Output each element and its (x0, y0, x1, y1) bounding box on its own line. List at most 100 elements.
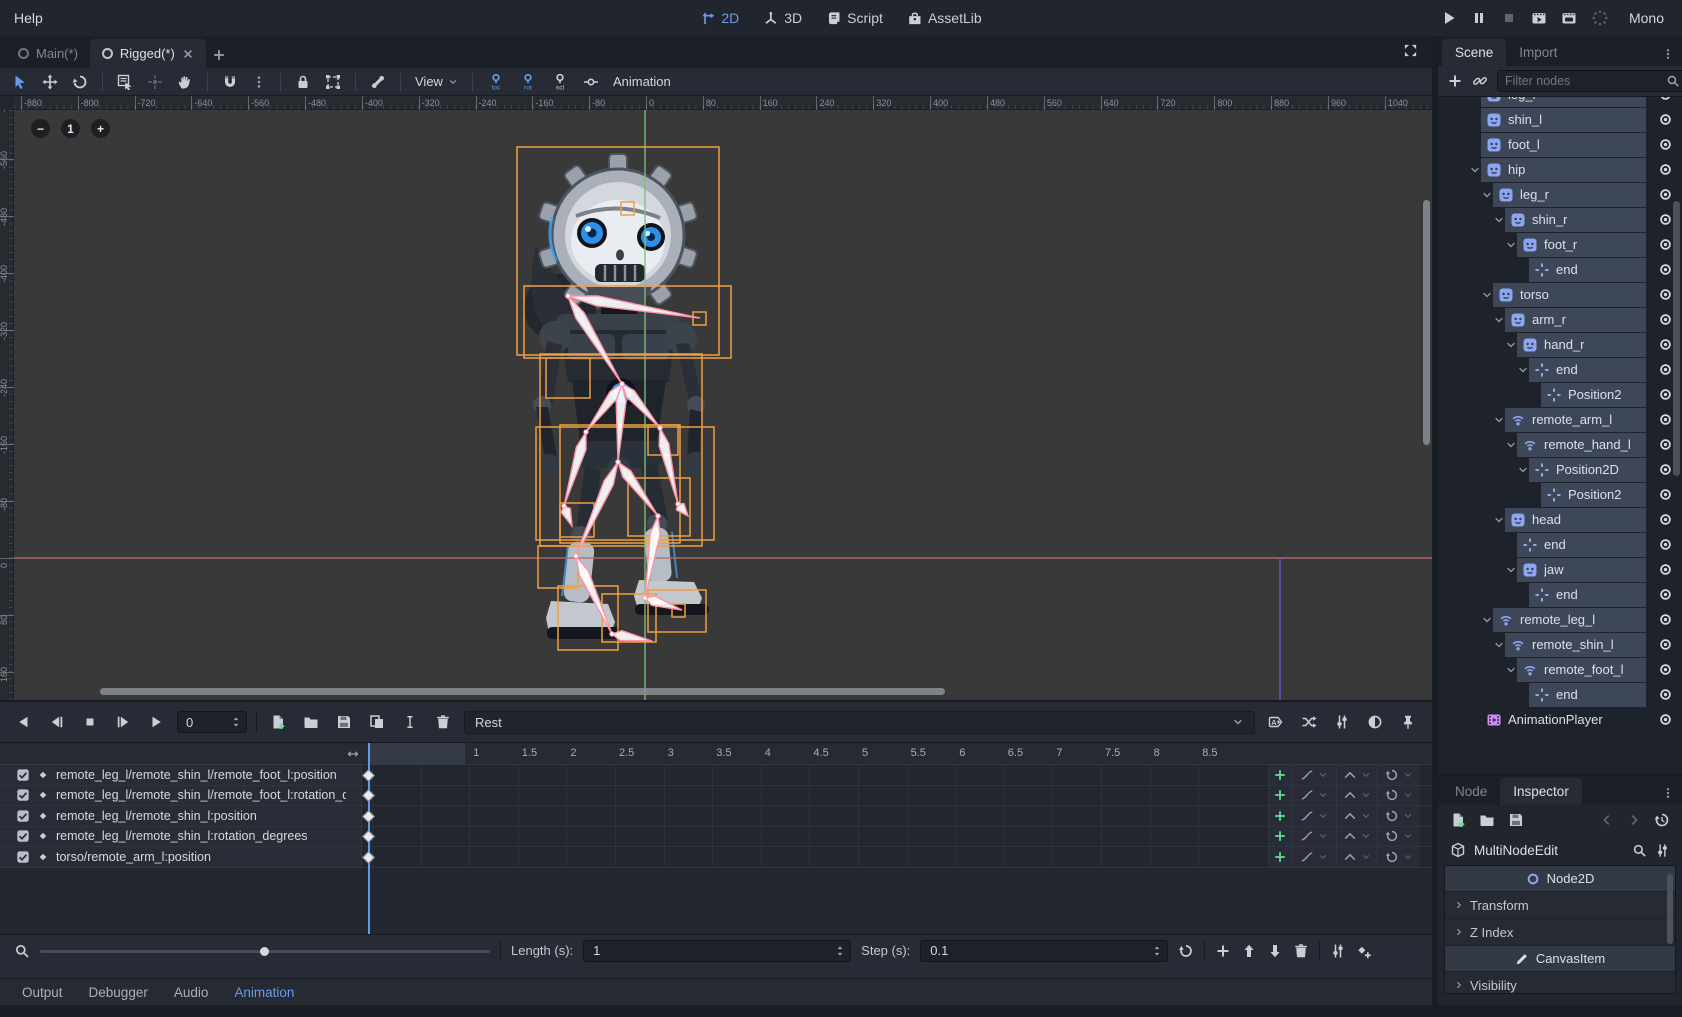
wrap-mode-dropdown[interactable] (1337, 765, 1379, 785)
expand-arrow-icon[interactable] (1504, 664, 1517, 676)
bottom-tab-animation[interactable]: Animation (234, 985, 294, 1000)
stop-animation-button[interactable] (78, 711, 102, 733)
tree-node-hip[interactable]: hip (1438, 157, 1682, 182)
track-editor[interactable]: 00.511.522.533.544.555.566.577.588.5 rem… (0, 742, 1432, 934)
tree-node-Position2D[interactable]: Position2D (1438, 457, 1682, 482)
expand-arrow-icon[interactable] (1492, 214, 1505, 226)
visibility-toggle[interactable] (1648, 96, 1682, 102)
insert-location-key-button[interactable]: loc (487, 73, 505, 91)
loop-animation-button[interactable] (1178, 943, 1194, 959)
pivot-tool-button[interactable] (147, 74, 163, 90)
add-key-button[interactable] (1269, 786, 1293, 806)
play-custom-scene-button[interactable] (1561, 10, 1577, 26)
expand-arrow-icon[interactable] (1516, 464, 1529, 476)
loop-wrap-dropdown[interactable] (1378, 847, 1420, 867)
visibility-toggle[interactable] (1648, 187, 1682, 202)
edit-history-button[interactable] (1654, 812, 1670, 828)
tree-node-remote_hand_l[interactable]: remote_hand_l (1438, 432, 1682, 457)
interpolation-mode-dropdown[interactable] (1293, 786, 1337, 806)
add-key-button[interactable] (1269, 806, 1293, 826)
animation-track[interactable]: remote_leg_l/remote_shin_l:rotation_degr… (0, 827, 1432, 848)
tree-node-shin_r[interactable]: shin_r (1438, 207, 1682, 232)
length-input[interactable] (584, 943, 834, 958)
tree-node-foot_l[interactable]: foot_l (1438, 132, 1682, 157)
track-enabled-checkbox[interactable] (16, 829, 30, 843)
bottom-tab-debugger[interactable]: Debugger (89, 985, 148, 1000)
wrap-mode-dropdown[interactable] (1337, 847, 1379, 867)
length-spinbox[interactable] (583, 940, 851, 962)
wrap-mode-dropdown[interactable] (1337, 786, 1379, 806)
canvas-viewport[interactable]: -880-800-720-640-560-480-400-320-240-160… (0, 96, 1432, 700)
add-key-button[interactable] (1269, 765, 1293, 785)
visibility-toggle[interactable] (1648, 687, 1682, 702)
bottom-tab-audio[interactable]: Audio (174, 985, 209, 1000)
delete-animation-button[interactable] (431, 711, 455, 733)
expand-arrow-icon[interactable] (1492, 514, 1505, 526)
add-node-button[interactable] (1447, 73, 1463, 89)
visibility-toggle[interactable] (1648, 487, 1682, 502)
group-object-button[interactable] (325, 74, 341, 90)
list-select-tool-button[interactable] (117, 74, 133, 90)
history-forward-button[interactable] (1627, 813, 1641, 827)
canvas-vertical-scrollbar[interactable] (1423, 200, 1430, 445)
spinner-arrows-icon[interactable] (834, 945, 846, 957)
visibility-toggle[interactable] (1648, 537, 1682, 552)
tree-node-foot_r[interactable]: foot_r (1438, 232, 1682, 257)
dock-menu-icon[interactable] (1662, 787, 1674, 799)
visibility-toggle[interactable] (1648, 612, 1682, 627)
tree-node-end[interactable]: end (1438, 532, 1682, 557)
expand-arrow-icon[interactable] (1504, 339, 1517, 351)
current-time-input[interactable] (178, 715, 230, 730)
track-enabled-checkbox[interactable] (16, 768, 30, 782)
save-animation-button[interactable] (332, 711, 356, 733)
interpolation-mode-dropdown[interactable] (1293, 806, 1337, 826)
expand-arrow-icon[interactable] (1480, 614, 1493, 626)
animation-tools-button[interactable] (1330, 711, 1354, 733)
insert-key-button[interactable] (583, 74, 599, 90)
tree-node-torso[interactable]: torso (1438, 282, 1682, 307)
zoom-out-button[interactable]: − (31, 119, 50, 138)
expand-arrow-icon[interactable] (1492, 414, 1505, 426)
animation-track[interactable]: remote_leg_l/remote_shin_l/remote_foot_l… (0, 786, 1432, 807)
move-track-down-button[interactable] (1267, 943, 1283, 959)
expand-arrow-icon[interactable] (1516, 364, 1529, 376)
insert-key-track-button[interactable] (1356, 943, 1372, 959)
workspace-script[interactable]: Script (818, 6, 891, 30)
tree-node-Position2[interactable]: Position2 (1438, 482, 1682, 507)
autoplay-on-load-button[interactable]: A (1264, 711, 1288, 733)
visibility-toggle[interactable] (1648, 587, 1682, 602)
onion-skinning-button[interactable] (1363, 711, 1387, 733)
current-time-spinbox[interactable] (177, 711, 247, 733)
loop-wrap-dropdown[interactable] (1378, 827, 1420, 847)
remove-track-button[interactable] (1293, 943, 1309, 959)
expand-arrow-icon[interactable] (1504, 239, 1517, 251)
track-enabled-checkbox[interactable] (16, 788, 30, 802)
close-tab-icon[interactable] (182, 48, 194, 60)
tree-node-end[interactable]: end (1438, 257, 1682, 282)
timeline-header[interactable]: 00.511.522.533.544.555.566.577.588.5 (0, 743, 1432, 765)
tree-node-Position2[interactable]: Position2 (1438, 382, 1682, 407)
visibility-toggle[interactable] (1648, 112, 1682, 127)
spinner-arrows-icon[interactable] (230, 716, 242, 728)
tree-node-head[interactable]: head (1438, 507, 1682, 532)
inspector-tools-button[interactable] (1655, 843, 1670, 858)
tree-node-remote_leg_l[interactable]: remote_leg_l (1438, 607, 1682, 632)
view-menu-button[interactable]: View (415, 74, 458, 89)
tree-node-end[interactable]: end (1438, 682, 1682, 707)
inspector-dock-tab-inspector[interactable]: Inspector (1500, 778, 1582, 805)
rename-animation-button[interactable] (398, 711, 422, 733)
snap-toggle-button[interactable] (222, 74, 238, 90)
interpolation-mode-dropdown[interactable] (1293, 827, 1337, 847)
tree-node-hand_r[interactable]: hand_r (1438, 332, 1682, 357)
expand-arrow-icon[interactable] (1492, 639, 1505, 651)
track-enabled-checkbox[interactable] (16, 850, 30, 864)
zoom-in-button[interactable]: + (91, 119, 110, 138)
add-key-button[interactable] (1269, 847, 1293, 867)
load-animation-button[interactable] (299, 711, 323, 733)
rotate-tool-button[interactable] (72, 74, 88, 90)
tree-node-AnimationPlayer[interactable]: AnimationPlayer (1438, 707, 1682, 732)
skeleton-options-button[interactable] (370, 74, 386, 90)
expand-arrow-icon[interactable] (1504, 564, 1517, 576)
edit-transitions-button[interactable] (1297, 711, 1321, 733)
scene-tree-scrollbar[interactable] (1673, 201, 1680, 476)
